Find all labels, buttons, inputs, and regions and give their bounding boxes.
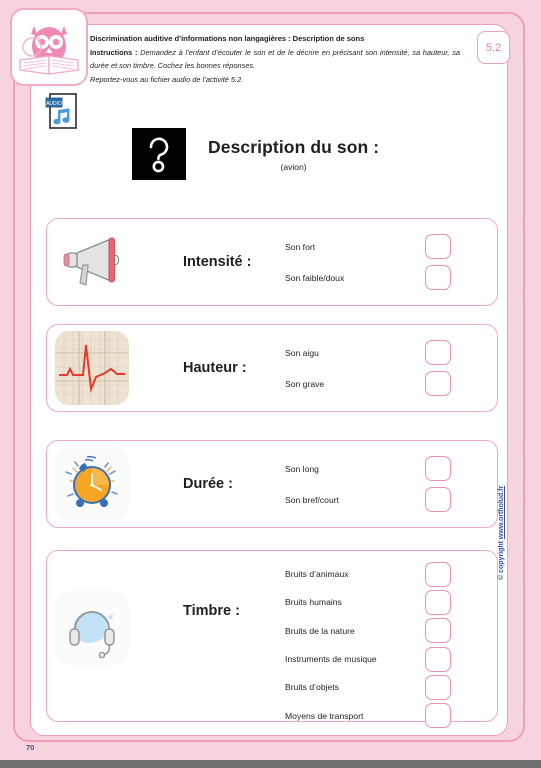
alarm-clock-icon: [55, 447, 129, 521]
checkbox[interactable]: [425, 589, 451, 615]
checkbox[interactable]: [425, 265, 451, 290]
card-label-duree: Durée :: [183, 476, 233, 492]
megaphone-icon: [55, 225, 129, 299]
option-label: Bruits de la nature: [285, 625, 355, 636]
headphones-icon: [55, 591, 129, 665]
option-row: Son grave: [285, 368, 497, 399]
checkbox[interactable]: [425, 234, 451, 259]
card-intensite: Intensité : Son fort Son faible/doux: [46, 218, 498, 306]
option-label: Son fort: [285, 241, 316, 252]
option-row: Instruments de musique: [285, 645, 497, 673]
checkbox[interactable]: [425, 371, 451, 396]
option-label: Son faible/doux: [285, 272, 345, 283]
option-row: Son fort: [285, 231, 497, 262]
option-row: Son faible/doux: [285, 262, 497, 293]
option-label: Bruits d’animaux: [285, 569, 349, 580]
sound-title-text: Description du son : (avion): [208, 137, 379, 172]
sound-title-row: Description du son : (avion): [132, 128, 379, 180]
option-label: Bruits humains: [285, 597, 342, 608]
worksheet-title: Discrimination auditive d’informations n…: [90, 34, 365, 43]
option-row: Son long: [285, 453, 497, 484]
checkbox[interactable]: [425, 618, 451, 644]
options-intensite: Son fort Son faible/doux: [285, 219, 497, 305]
instructions-label: Instructions :: [90, 48, 138, 57]
svg-text:AUDIO: AUDIO: [46, 101, 62, 107]
instructions-line: Instructions : Demandez à l’enfant d’éco…: [90, 47, 460, 72]
card-duree: Durée : Son long Son bref/court: [46, 440, 498, 528]
card-label-intensite: Intensité :: [183, 254, 252, 270]
sound-title-main: Description du son :: [208, 136, 380, 157]
checkbox[interactable]: [425, 646, 451, 672]
options-hauteur: Son aigu Son grave: [285, 325, 497, 411]
header-text-block: Discrimination auditive d’informations n…: [90, 33, 460, 87]
copyright-url: www.ortholud.fr: [498, 485, 505, 540]
card-label-hauteur: Hauteur :: [183, 360, 247, 376]
audio-reference-line: Reportez-vous au fichier audio de l’acti…: [90, 75, 244, 84]
page-number: 70: [26, 743, 35, 752]
option-row: Bruits humains: [285, 588, 497, 616]
options-duree: Son long Son bref/court: [285, 441, 497, 527]
checkbox[interactable]: [425, 674, 451, 700]
checkbox[interactable]: [425, 561, 451, 587]
sound-title-sub: (avion): [280, 161, 307, 172]
card-timbre: Timbre : Bruits d’animaux Bruits humains…: [46, 550, 498, 729]
option-row: Son aigu: [285, 337, 497, 368]
audio-file-icon: AUDIO: [42, 90, 82, 134]
option-label: Instruments de musique: [285, 654, 377, 665]
worksheet-page: AUDIO Discrimination auditive d’informat…: [0, 0, 541, 760]
option-row: Son bref/court: [285, 484, 497, 515]
checkbox[interactable]: [425, 456, 451, 481]
option-row: Moyens de transport: [285, 702, 497, 730]
copyright-prefix: © copyright: [498, 539, 505, 580]
bottom-edge-strip: [0, 760, 541, 768]
option-label: Bruits d’objets: [285, 682, 339, 693]
option-label: Son bref/court: [285, 494, 339, 505]
option-label: Son long: [285, 463, 319, 474]
option-row: Bruits d’objets: [285, 673, 497, 701]
option-row: Bruits de la nature: [285, 617, 497, 645]
card-hauteur: Hauteur : Son aigu Son grave: [46, 324, 498, 412]
waveform-ecg-icon: [55, 331, 129, 405]
options-timbre: Bruits d’animaux Bruits humains Bruits d…: [285, 551, 497, 730]
question-mark-icon: [132, 128, 186, 180]
option-label: Son aigu: [285, 347, 319, 358]
option-row: Bruits d’animaux: [285, 560, 497, 588]
activity-number-badge: 5.2: [477, 31, 510, 64]
owl-reading-book-logo: [10, 8, 88, 86]
copyright-notice: © copyright www.ortholud.fr: [498, 460, 505, 580]
card-label-timbre: Timbre :: [183, 603, 240, 619]
checkbox[interactable]: [425, 340, 451, 365]
instructions-text: Demandez à l’enfant d’écouter le son et …: [90, 48, 460, 70]
checkbox[interactable]: [425, 703, 451, 729]
option-label: Son grave: [285, 378, 325, 389]
option-label: Moyens de transport: [285, 710, 364, 721]
checkbox[interactable]: [425, 487, 451, 512]
